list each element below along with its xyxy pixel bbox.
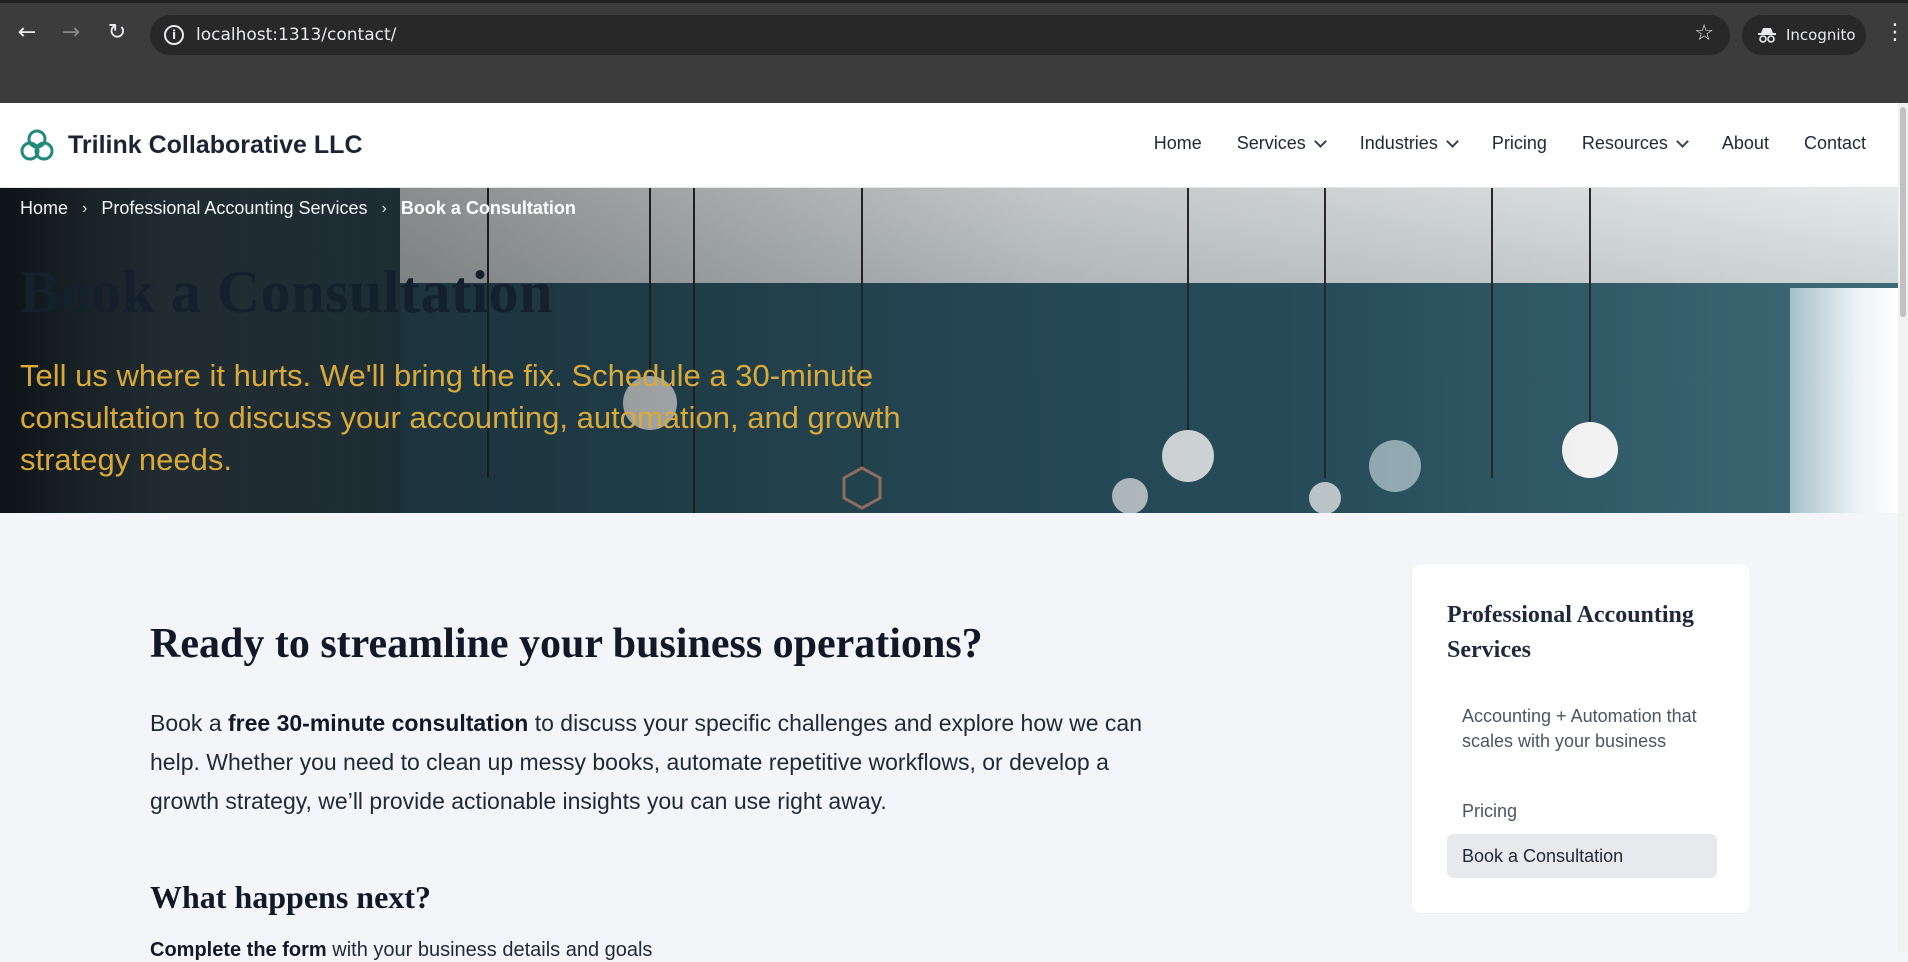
sidebar-card: Professional Accounting Services Account… <box>1411 563 1751 914</box>
incognito-icon <box>1758 28 1776 43</box>
brand-link[interactable]: Trilink Collaborative LLC <box>20 129 363 161</box>
nav-industries[interactable]: Industries <box>1359 133 1459 154</box>
step-bold: Complete the form <box>150 939 327 961</box>
next-steps-heading: What happens next? <box>150 879 431 915</box>
reload-icon[interactable]: ↻ <box>104 20 130 46</box>
breadcrumb-current: Book a Consultation <box>400 198 576 218</box>
hero-subtitle: Tell us where it hurts. We'll bring the … <box>20 358 901 477</box>
nav-about-label: About <box>1721 133 1769 153</box>
intro-bold: free 30-minute consultation <box>228 710 529 736</box>
main-content: Ready to streamline your business operat… <box>150 620 1150 916</box>
nav-resources-label: Resources <box>1581 133 1668 153</box>
incognito-label: Incognito <box>1786 26 1856 44</box>
browser-chrome: ← → ↻ i localhost:1313/contact/ ☆ Incogn… <box>0 0 1908 103</box>
site-info-icon[interactable]: i <box>164 25 184 45</box>
site-header: Trilink Collaborative LLC Home Services … <box>0 103 1898 188</box>
sidebar-link-pricing[interactable]: Pricing <box>1447 799 1717 824</box>
back-icon[interactable]: ← <box>14 20 40 46</box>
breadcrumb-home[interactable]: Home <box>20 198 68 219</box>
bookmark-star-icon[interactable]: ☆ <box>1694 21 1714 46</box>
nav-resources[interactable]: Resources <box>1581 133 1689 154</box>
chevron-down-icon <box>1676 134 1689 148</box>
brand-name: Trilink Collaborative LLC <box>68 130 363 159</box>
nav-contact[interactable]: Contact <box>1804 133 1866 154</box>
scrollbar-thumb[interactable] <box>1900 107 1906 317</box>
breadcrumb-services[interactable]: Professional Accounting Services <box>101 198 367 219</box>
step-item: Complete the form with your business det… <box>150 939 652 962</box>
sidebar-link-consultation[interactable]: Book a Consultation <box>1447 834 1717 878</box>
page-scrollbar[interactable] <box>1898 103 1908 952</box>
nav-about[interactable]: About <box>1722 133 1769 154</box>
trilink-logo-icon <box>20 129 54 161</box>
nav-pricing-label: Pricing <box>1491 133 1547 153</box>
forward-icon[interactable]: → <box>58 20 84 46</box>
nav-pricing[interactable]: Pricing <box>1492 133 1547 154</box>
menu-kebab-icon[interactable]: ⋮ <box>1884 20 1906 45</box>
sidebar-link-accounting[interactable]: Accounting + Automation that scales with… <box>1447 704 1717 754</box>
nav-contact-label: Contact <box>1803 133 1866 153</box>
nav-services-label: Services <box>1236 133 1306 153</box>
chevron-right-icon: › <box>82 199 88 217</box>
intro-paragraph: Book a free 30-minute consultation to di… <box>150 704 1150 821</box>
nav-industries-label: Industries <box>1359 133 1438 153</box>
chevron-down-icon <box>1445 134 1459 148</box>
incognito-badge[interactable]: Incognito <box>1742 15 1866 55</box>
page-title: Book a Consultation <box>20 259 553 325</box>
breadcrumb: Home › Professional Accounting Services … <box>20 198 576 219</box>
address-bar[interactable]: i localhost:1313/contact/ ☆ <box>150 15 1730 55</box>
sidebar-title: Professional Accounting Services <box>1447 602 1694 663</box>
intro-prefix: Book a <box>150 710 228 736</box>
url-text[interactable]: localhost:1313/contact/ <box>196 25 396 45</box>
hero-banner: Home › Professional Accounting Services … <box>0 188 1898 513</box>
step-text: with your business details and goals <box>326 939 653 961</box>
chevron-down-icon <box>1313 134 1327 148</box>
nav-home-label: Home <box>1153 133 1202 153</box>
nav-services[interactable]: Services <box>1236 133 1327 154</box>
chevron-right-icon: › <box>381 199 387 217</box>
main-nav: Home Services Industries Pricing Resourc… <box>1119 133 1866 154</box>
browser-toolbar: ← → ↻ i localhost:1313/contact/ ☆ Incogn… <box>0 0 1908 62</box>
section-heading: Ready to streamline your business operat… <box>150 621 983 667</box>
nav-home[interactable]: Home <box>1154 133 1202 154</box>
